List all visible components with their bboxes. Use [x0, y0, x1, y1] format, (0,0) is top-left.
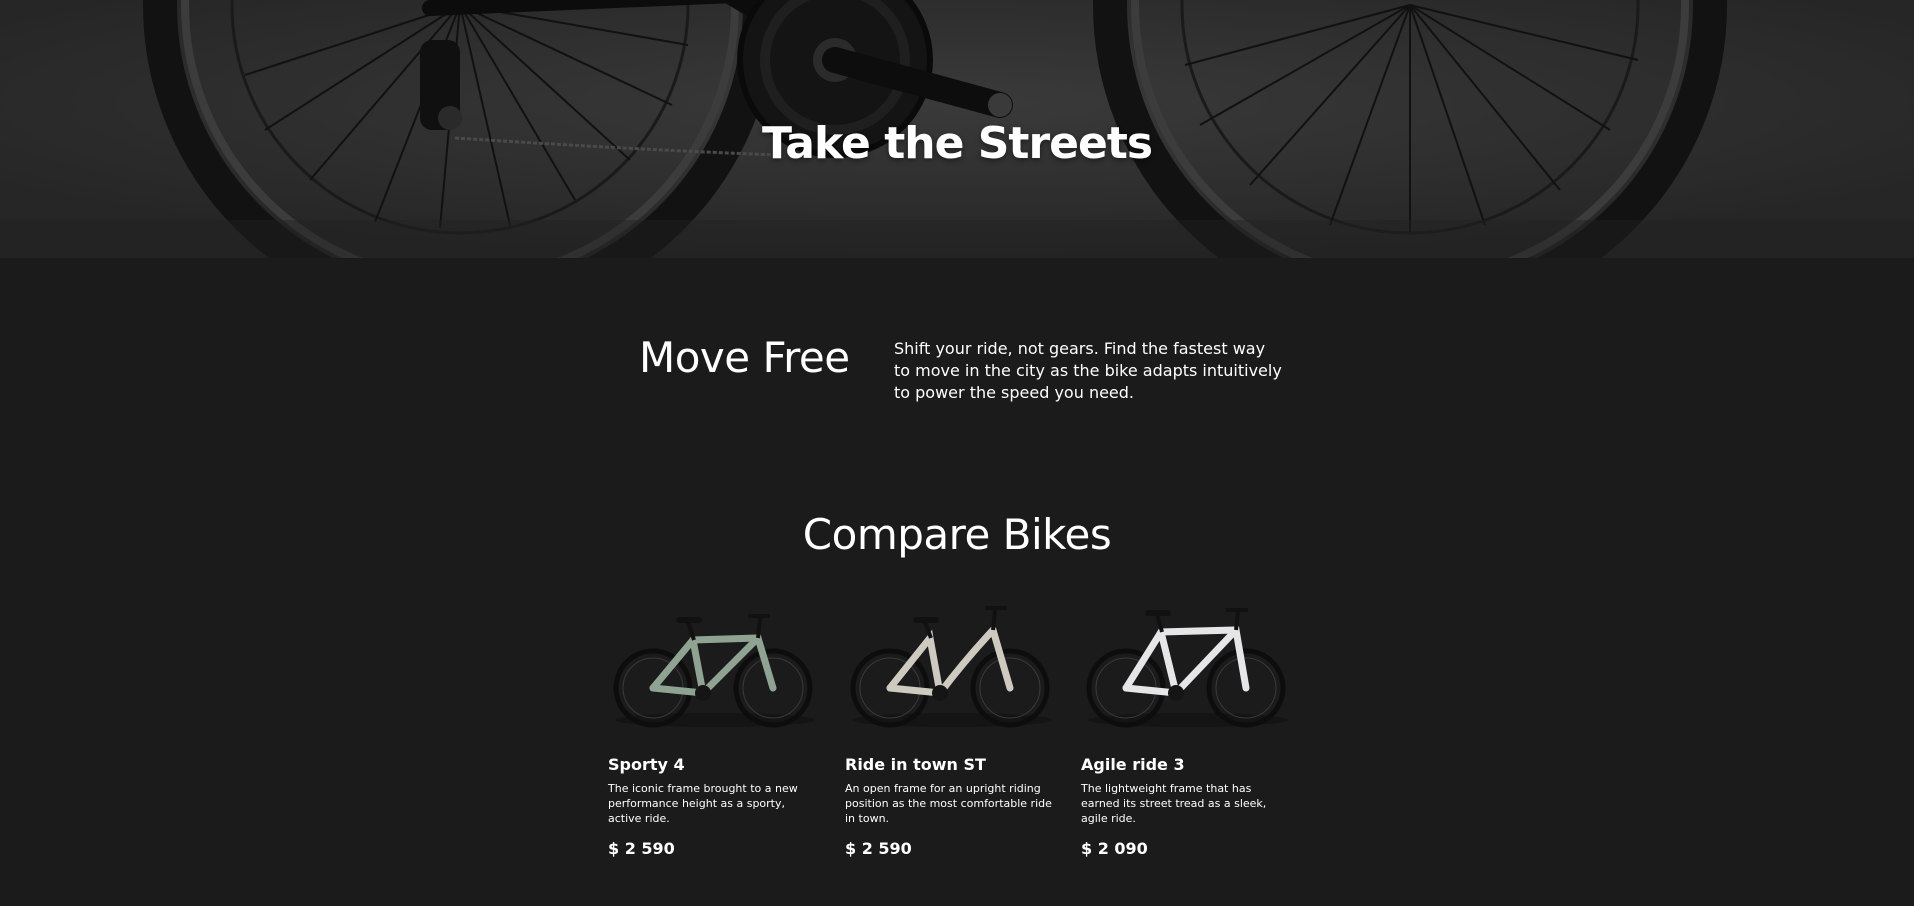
intro-text: Shift your ride, not gears. Find the fas…: [894, 339, 1282, 402]
hero-title: Take the Streets: [761, 118, 1153, 169]
bike-image: [850, 606, 1052, 728]
bike-card-ride-in-town-st[interactable]: Ride in town ST An open frame for an upr…: [845, 600, 1065, 858]
bike-description: An open frame for an upright riding posi…: [845, 782, 1052, 825]
bike-name: Sporty 4: [608, 755, 685, 774]
bike-price: $ 2 590: [608, 839, 675, 858]
bike-description: The lightweight frame that has earned it…: [1081, 782, 1267, 825]
bike-card-sporty-4[interactable]: Sporty 4 The iconic frame brought to a n…: [608, 600, 828, 858]
bike-price: $ 2 590: [845, 839, 912, 858]
bike-card-agile-ride-3[interactable]: Agile ride 3 The lightweight frame that …: [1081, 600, 1301, 858]
bike-price: $ 2 090: [1081, 839, 1148, 858]
bike-name: Ride in town ST: [845, 755, 986, 774]
bike-frame: [1122, 626, 1250, 701]
intro-heading: Move Free: [639, 333, 850, 382]
bike-frame: [886, 626, 1014, 697]
compare-heading: Compare Bikes: [802, 510, 1112, 559]
hero-derailleur: [420, 40, 462, 130]
bike-image: [1086, 608, 1288, 728]
bike-image: [613, 614, 815, 728]
hero-banner: Take the Streets: [0, 0, 1914, 258]
bike-name: Agile ride 3: [1081, 755, 1185, 774]
bike-description: The iconic frame brought to a new perfor…: [608, 782, 798, 825]
bike-frame: [649, 634, 777, 701]
